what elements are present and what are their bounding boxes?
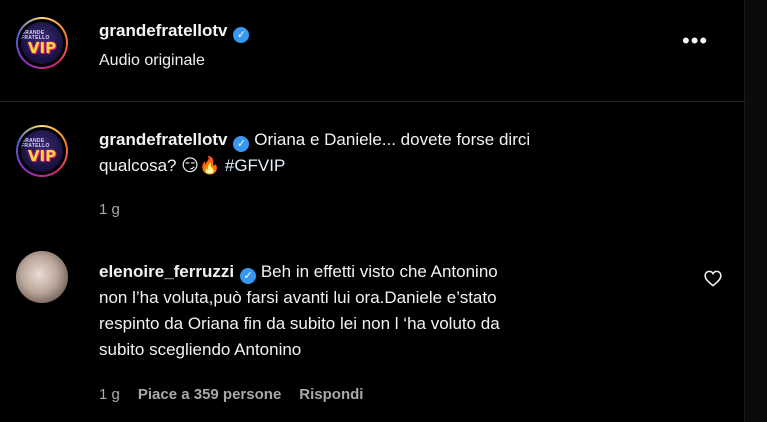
gfvip-logo: GRANDE FRATELLO VIP <box>21 130 63 172</box>
caption-username[interactable]: grandefratellotv <box>99 130 227 149</box>
gfvip-logo: GRANDE FRATELLO VIP <box>21 22 63 64</box>
comment-text: elenoire_ferruzzi ✓ Beh in effetti visto … <box>99 259 500 363</box>
caption-meta: 1 g <box>99 201 138 218</box>
user-photo <box>16 251 68 303</box>
heart-outline-icon <box>704 270 722 287</box>
caption-line-1: grandefratellotv ✓ Oriana e Daniele... do… <box>99 127 530 153</box>
comment-meta: 1 g Piace a 359 persone Rispondi <box>99 386 381 403</box>
comment-time[interactable]: 1 g <box>99 386 120 403</box>
comment-line-1: elenoire_ferruzzi ✓ Beh in effetti visto … <box>99 259 500 285</box>
audio-label[interactable]: Audio originale <box>99 52 205 70</box>
more-options-icon[interactable]: ••• <box>682 30 708 52</box>
logo-vip-text: VIP <box>27 38 57 57</box>
caption-avatar[interactable]: GRANDE FRATELLO VIP <box>16 125 68 177</box>
logo-vip-text: VIP <box>27 146 57 165</box>
hashtag-link[interactable]: #GFVIP <box>225 156 285 175</box>
caption-line-2: qualcosa? 😏🔥 #GFVIP <box>99 153 530 179</box>
comment-line-4: subito scegliendo Antonino <box>99 340 302 359</box>
reply-button[interactable]: Rispondi <box>299 386 363 403</box>
caption-text: grandefratellotv ✓ Oriana e Daniele... do… <box>99 127 530 179</box>
caption-time[interactable]: 1 g <box>99 201 120 218</box>
caption-text-line2: qualcosa? 😏🔥 <box>99 156 221 175</box>
avatar-ring: GRANDE FRATELLO VIP <box>18 19 66 67</box>
caption-text-line1: Oriana e Daniele... dovete forse dirci <box>254 130 531 149</box>
scrollbar[interactable] <box>744 0 767 422</box>
comment-avatar[interactable] <box>16 251 68 303</box>
comment-text-line1: Beh in effetti visto che Antonino <box>260 262 498 281</box>
verified-badge-icon: ✓ <box>233 27 250 43</box>
avatar-ring: GRANDE FRATELLO VIP <box>18 127 66 175</box>
verified-badge-icon: ✓ <box>240 268 257 284</box>
comment-line-2: non l’ha voluta,può farsi avanti lui ora… <box>99 288 497 307</box>
verified-badge-icon: ✓ <box>233 136 250 152</box>
header-username-text[interactable]: grandefratellotv <box>99 21 227 40</box>
divider <box>0 101 745 102</box>
header-username[interactable]: grandefratellotv ✓ <box>99 21 250 43</box>
comment-line-3: respinto da Oriana fin da subito lei non… <box>99 314 500 333</box>
heart-icon[interactable] <box>704 270 722 292</box>
comment-username[interactable]: elenoire_ferruzzi <box>99 262 234 281</box>
header-avatar[interactable]: GRANDE FRATELLO VIP <box>16 17 68 69</box>
likes-count[interactable]: Piace a 359 persone <box>138 386 281 403</box>
